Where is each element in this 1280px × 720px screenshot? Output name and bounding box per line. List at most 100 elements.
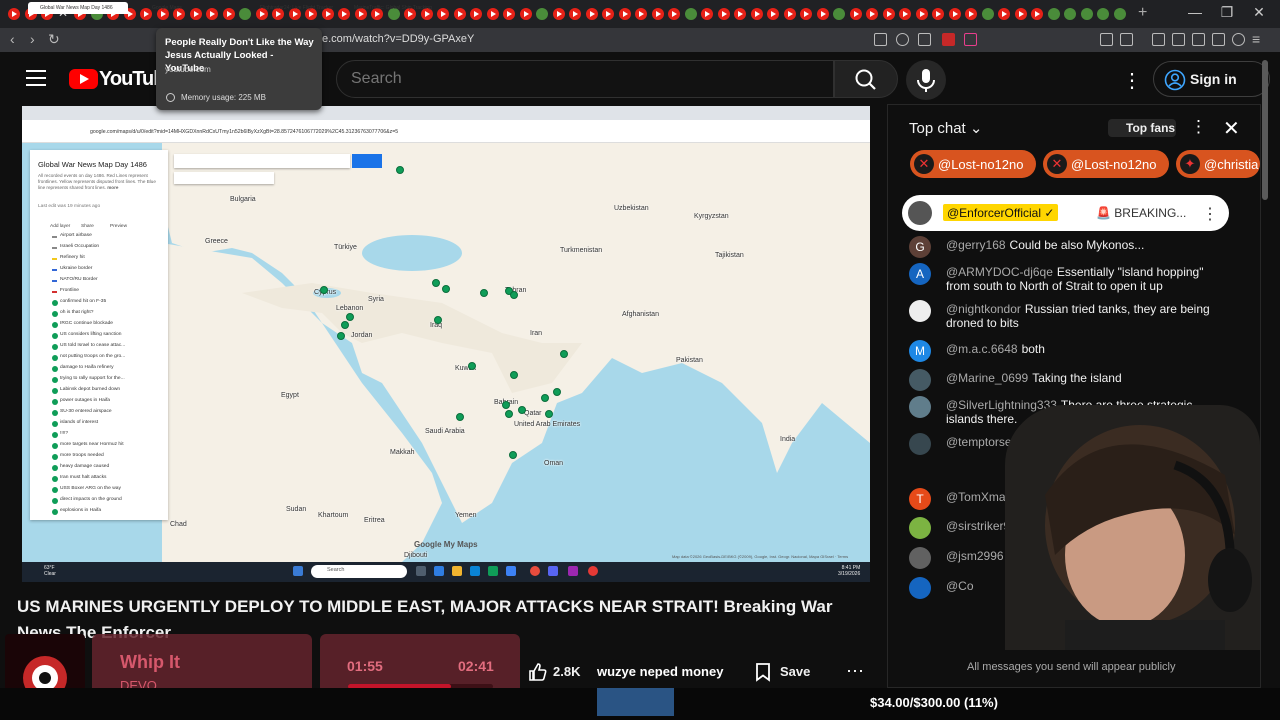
window-close-icon[interactable]: ✕: [1244, 4, 1274, 21]
browser-tab-favicon-icon[interactable]: [899, 8, 911, 20]
chat-avatar[interactable]: T: [909, 488, 931, 510]
chat-author[interactable]: @nightkondor: [946, 302, 1021, 316]
share-icon[interactable]: [918, 33, 931, 46]
browser-tab-favicon-icon[interactable]: [454, 8, 466, 20]
browser-tab-favicon-icon[interactable]: [998, 8, 1010, 20]
chat-avatar[interactable]: [909, 369, 931, 391]
menu-icon[interactable]: ≡: [1252, 31, 1260, 47]
chat-avatar[interactable]: [909, 300, 931, 322]
browser-tab-favicon-icon[interactable]: [784, 8, 796, 20]
back-icon[interactable]: ‹: [10, 31, 15, 47]
voice-search-button[interactable]: [906, 60, 946, 100]
browser-tab-favicon-icon[interactable]: [1114, 8, 1126, 20]
browser-tab-favicon-icon[interactable]: [1048, 8, 1060, 20]
chat-close-icon[interactable]: ✕: [1223, 116, 1240, 141]
map-label: Turkmenistan: [560, 247, 603, 254]
sidebar-icon[interactable]: [1120, 33, 1133, 46]
browser-tab-favicon-icon[interactable]: [949, 8, 961, 20]
browser-tab-favicon-icon[interactable]: [916, 8, 928, 20]
hamburger-menu-icon[interactable]: [26, 70, 46, 91]
vpn-icon[interactable]: [1232, 33, 1245, 46]
chat-author[interactable]: @jsm2996: [946, 549, 1004, 563]
rewards-icon[interactable]: [964, 33, 977, 46]
chat-author[interactable]: @ARMYDOC-dj6qe: [946, 265, 1053, 279]
browser-tab-favicon-icon[interactable]: [1081, 8, 1093, 20]
extensions-icon[interactable]: [1100, 33, 1113, 46]
browser-tab-favicon-icon[interactable]: [883, 8, 895, 20]
browser-tab-favicon-icon[interactable]: [1031, 8, 1043, 20]
maximize-icon[interactable]: ❐: [1212, 4, 1242, 21]
browser-tab-favicon-icon[interactable]: [932, 8, 944, 20]
reading-list-icon[interactable]: [1172, 33, 1185, 46]
chat-mode-selector[interactable]: Top chat ⌄: [909, 119, 982, 137]
browser-tab-favicon-icon[interactable]: [652, 8, 664, 20]
browser-tab-favicon-icon[interactable]: [1015, 8, 1027, 20]
reload-icon[interactable]: ↻: [48, 31, 60, 48]
browser-tab-favicon-icon[interactable]: [1064, 8, 1076, 20]
browser-tab-favicon-icon[interactable]: [685, 8, 697, 20]
browser-tab-favicon-icon[interactable]: [982, 8, 994, 20]
browser-tab-favicon-icon[interactable]: [619, 8, 631, 20]
browser-tab-favicon-icon[interactable]: [635, 8, 647, 20]
browser-tab-favicon-icon[interactable]: [1097, 8, 1109, 20]
browser-tab-favicon-icon[interactable]: [734, 8, 746, 20]
browser-tab-favicon-icon[interactable]: [701, 8, 713, 20]
search-box[interactable]: [336, 60, 834, 98]
browser-tab-favicon-icon[interactable]: [520, 8, 532, 20]
chat-author[interactable]: @m.a.c.6648: [946, 342, 1018, 356]
top-fans-label[interactable]: Top fans: [1126, 121, 1175, 135]
browser-tab-favicon-icon[interactable]: [602, 8, 614, 20]
browser-tab-favicon-icon[interactable]: [586, 8, 598, 20]
chat-avatar[interactable]: A: [909, 263, 931, 285]
browser-tab-favicon-icon[interactable]: [833, 8, 845, 20]
pinned-options-icon[interactable]: ⋮: [1202, 204, 1218, 224]
browser-tab-favicon-icon[interactable]: [470, 8, 482, 20]
browser-tab-favicon-icon[interactable]: [800, 8, 812, 20]
chat-avatar[interactable]: [909, 517, 931, 539]
settings-kebab-icon[interactable]: ⋮: [1122, 68, 1142, 93]
layer-pin-icon: [52, 410, 58, 416]
browser-tab-favicon-icon[interactable]: [817, 8, 829, 20]
chat-avatar[interactable]: [909, 433, 931, 455]
browser-tab-favicon-icon[interactable]: [536, 8, 548, 20]
browser-tab-favicon-icon[interactable]: [850, 8, 862, 20]
new-tab-icon[interactable]: +: [1138, 4, 1147, 22]
url-text[interactable]: e.com/watch?v=DD9y-GPAxeY: [322, 33, 474, 45]
browser-tab-favicon-icon[interactable]: [569, 8, 581, 20]
brave-icon[interactable]: [942, 33, 955, 46]
more-actions-icon[interactable]: ⋯: [840, 654, 870, 690]
leo-icon[interactable]: [1212, 33, 1225, 46]
browser-tab-favicon-icon[interactable]: [553, 8, 565, 20]
chat-author[interactable]: @Co: [946, 579, 974, 593]
browser-tab-favicon-icon[interactable]: [751, 8, 763, 20]
media-icon[interactable]: [1152, 33, 1165, 46]
forward-icon[interactable]: ›: [30, 31, 35, 47]
zoom-icon[interactable]: [896, 33, 909, 46]
browser-tab-favicon-icon[interactable]: [718, 8, 730, 20]
minimize-icon[interactable]: —: [1180, 4, 1210, 20]
chat-avatar[interactable]: M: [909, 340, 931, 362]
chat-avatar[interactable]: G: [909, 236, 931, 258]
chat-avatar[interactable]: [909, 577, 931, 599]
chat-avatar[interactable]: [909, 396, 931, 418]
browser-tab-favicon-icon[interactable]: [8, 8, 20, 20]
browser-tab-favicon-icon[interactable]: [767, 8, 779, 20]
browser-tab-favicon-icon[interactable]: [866, 8, 878, 20]
search-input[interactable]: [351, 70, 811, 88]
youtube-logo-icon[interactable]: [69, 69, 98, 89]
bookmarks-icon[interactable]: [1192, 33, 1205, 46]
more-link[interactable]: more: [107, 185, 118, 190]
browser-tab-favicon-icon[interactable]: [503, 8, 515, 20]
page-scrollbar[interactable]: [1262, 60, 1268, 200]
chat-author[interactable]: @Marine_0699: [946, 371, 1028, 385]
chat-avatar[interactable]: [909, 547, 931, 569]
browser-tab-favicon-icon[interactable]: [668, 8, 680, 20]
chat-author[interactable]: @gerry168: [946, 238, 1006, 252]
browser-tab-favicon-icon[interactable]: [487, 8, 499, 20]
chat-options-icon[interactable]: ⋮: [1190, 117, 1207, 137]
browser-tab-favicon-icon[interactable]: [965, 8, 977, 20]
search-button[interactable]: [834, 60, 898, 98]
sign-in-label[interactable]: Sign in: [1190, 71, 1237, 87]
screen-cast-icon[interactable]: [874, 33, 887, 46]
save-label[interactable]: Save: [780, 664, 810, 679]
